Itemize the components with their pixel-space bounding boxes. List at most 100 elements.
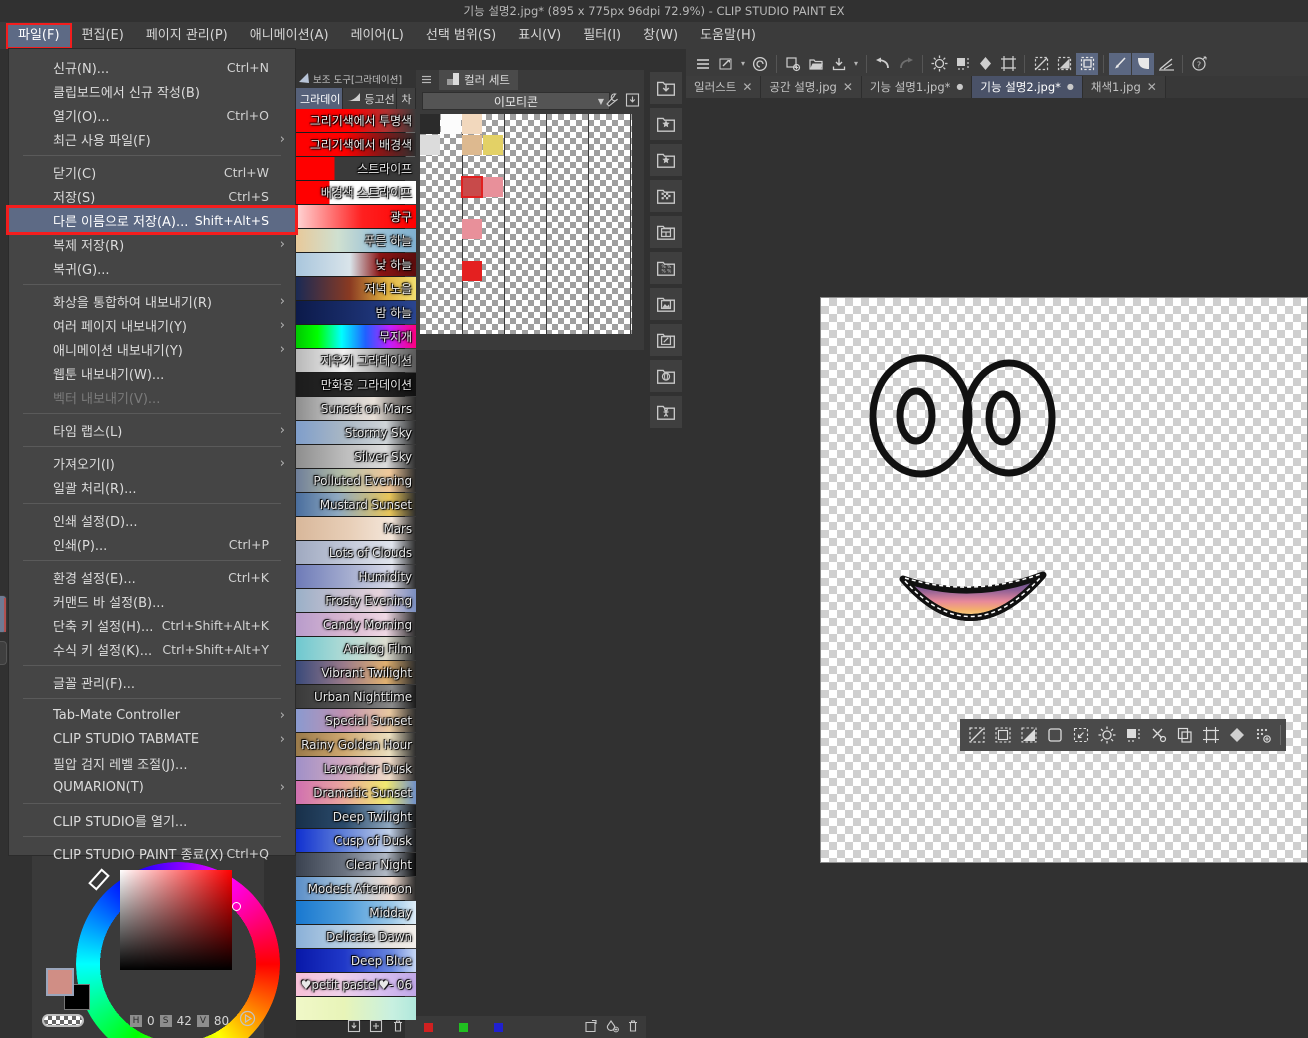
deselect-icon[interactable]: [1030, 53, 1052, 75]
file-menu-item-9[interactable]: 복귀(G)...: [9, 256, 295, 280]
document-tab-3[interactable]: 기능 설명2.jpg* ●: [972, 76, 1083, 98]
file-menu-item-25[interactable]: 환경 설정(E)... Ctrl+K: [9, 565, 295, 589]
chevron-down-icon-2[interactable]: ▾: [851, 53, 861, 75]
gradient-list-item[interactable]: 광구: [296, 205, 416, 229]
trash-icon[interactable]: [626, 1018, 640, 1037]
gradient-list-item[interactable]: Rainy Golden Hour: [296, 733, 416, 757]
gradient-list-item[interactable]: 푸른 하늘: [296, 229, 416, 253]
foreground-color-swatch[interactable]: [46, 968, 74, 996]
gradient-list-item[interactable]: Deep Blue: [296, 949, 416, 973]
folder-3d-icon[interactable]: [650, 360, 682, 392]
folder-pattern-icon[interactable]: [650, 180, 682, 212]
gradient-list-item[interactable]: Silver Sky: [296, 445, 416, 469]
file-menu-item-12[interactable]: 여러 페이지 내보내기(Y) ›: [9, 313, 295, 337]
perspective-snap-icon[interactable]: [1155, 53, 1177, 75]
close-icon[interactable]: ✕: [843, 80, 853, 94]
folder-star-icon[interactable]: [650, 108, 682, 140]
gradient-list-item[interactable]: 그리기색에서 투명색: [296, 109, 416, 133]
deselect-icon[interactable]: [965, 723, 989, 747]
document-tab-2[interactable]: 기능 설명1.jpg* ●: [861, 76, 973, 98]
close-icon[interactable]: ✕: [1147, 80, 1157, 94]
folder-star2-icon[interactable]: [650, 144, 682, 176]
gradient-list-item[interactable]: 낮 하늘: [296, 253, 416, 277]
fill-icon[interactable]: [1121, 723, 1145, 747]
gradient-list-item[interactable]: Clear Night: [296, 853, 416, 877]
menu-4[interactable]: 레이어(L): [340, 24, 415, 48]
gradient-list-item[interactable]: 저녁 노을: [296, 277, 416, 301]
file-menu-item-39[interactable]: CLIP STUDIO PAINT 종료(X) Ctrl+Q: [9, 841, 295, 865]
menu-7[interactable]: 필터(I): [572, 24, 632, 48]
color-swatch[interactable]: [461, 176, 483, 198]
folder-figure-icon[interactable]: [650, 396, 682, 428]
gradient-list-item[interactable]: 스트라이프: [296, 157, 416, 181]
menu-8[interactable]: 창(W): [632, 24, 689, 48]
gradient-list-item[interactable]: Lavender Dusk: [296, 757, 416, 781]
file-menu-dropdown[interactable]: 신규(N)... Ctrl+N 클립보드에서 신규 작성(B) 열기(O)... Ctr…: [8, 48, 296, 863]
gradient-list-item[interactable]: 밤 하늘: [296, 301, 416, 325]
file-menu-item-1[interactable]: 클립보드에서 신규 작성(B): [9, 79, 295, 103]
duplicate-icon[interactable]: [369, 1018, 383, 1037]
color-swatch[interactable]: [483, 135, 503, 155]
folder-edit-icon[interactable]: [650, 324, 682, 356]
document-tab-1[interactable]: 공간 설명.jpg ✕: [761, 76, 862, 98]
shrink-icon[interactable]: [1069, 723, 1093, 747]
ruler-snap-icon[interactable]: [1109, 52, 1131, 75]
gradient-list-item[interactable]: Polluted Evening: [296, 469, 416, 493]
fill-icon[interactable]: [974, 53, 996, 75]
new-page-icon[interactable]: [782, 53, 804, 75]
new-document-icon[interactable]: [715, 53, 737, 75]
file-menu-item-0[interactable]: 신규(N)... Ctrl+N: [9, 55, 295, 79]
file-menu-item-20[interactable]: 일괄 처리(R)...: [9, 475, 295, 499]
gradient-list-item[interactable]: Special Sunset: [296, 709, 416, 733]
folder-pose-icon[interactable]: %%%%: [650, 252, 682, 284]
gradient-list-item[interactable]: Analog Film: [296, 637, 416, 661]
file-menu-item-26[interactable]: 커맨드 바 설정(B)...: [9, 589, 295, 613]
folder-layout-icon[interactable]: [650, 216, 682, 248]
menu-3[interactable]: 애니메이션(A): [239, 24, 340, 48]
chevron-down-icon[interactable]: ▼: [598, 97, 604, 106]
menu-5[interactable]: 선택 범위(S): [415, 24, 507, 48]
gradient-list-item[interactable]: Urban Nighttime: [296, 685, 416, 709]
gradient-list-item[interactable]: 무지개: [296, 325, 416, 349]
color-swatch[interactable]: [462, 261, 482, 281]
save-icon[interactable]: [828, 53, 850, 75]
color-swatch[interactable]: [462, 135, 482, 155]
foreground-background-swatch[interactable]: [46, 968, 90, 1010]
file-menu-item-13[interactable]: 애니메이션 내보내기(Y) ›: [9, 337, 295, 361]
crop-icon[interactable]: [1199, 723, 1223, 747]
gradient-list-item[interactable]: Sunset on Mars: [296, 397, 416, 421]
gradient-list-item[interactable]: Modest Afternoon: [296, 877, 416, 901]
gradient-list-item[interactable]: Vibrant Twilight: [296, 661, 416, 685]
select-bounds-icon[interactable]: [991, 723, 1015, 747]
gradient-list-item[interactable]: Midday: [296, 901, 416, 925]
gradient-list-item[interactable]: Deep Twilight: [296, 805, 416, 829]
file-menu-item-11[interactable]: 화상을 통합하여 내보내기(R) ›: [9, 289, 295, 313]
file-menu-item-6[interactable]: 저장(S) Ctrl+S: [9, 184, 295, 208]
file-menu-item-2[interactable]: 열기(O)... Ctrl+O: [9, 103, 295, 127]
file-menu-item-32[interactable]: Tab-Mate Controller ›: [9, 703, 295, 727]
hue-cursor[interactable]: [88, 868, 110, 891]
gradient-list-item[interactable]: 그리기색에서 배경색: [296, 133, 416, 157]
drop-icon[interactable]: [605, 1018, 619, 1037]
color-swatch[interactable]: [441, 114, 461, 134]
sub-tool-tab-1[interactable]: 등고선: [343, 88, 398, 109]
help-icon[interactable]: ?: [1188, 53, 1210, 75]
open-folder-icon[interactable]: [805, 53, 827, 75]
cut-icon[interactable]: [1147, 723, 1171, 747]
approximate-color-icon[interactable]: [239, 1010, 256, 1031]
tool-next[interactable]: [0, 641, 7, 665]
undo-icon[interactable]: [872, 53, 894, 75]
sub-tool-tab-2[interactable]: 차: [397, 88, 416, 109]
file-menu-item-23[interactable]: 인쇄(P)... Ctrl+P: [9, 532, 295, 556]
clip-studio-icon[interactable]: [749, 53, 771, 75]
file-menu-item-28[interactable]: 수식 키 설정(K)... Ctrl+Shift+Alt+Y: [9, 637, 295, 661]
gradient-list-item[interactable]: Frosty Evening: [296, 589, 416, 613]
add-dots-icon[interactable]: [1251, 723, 1275, 747]
trash-icon[interactable]: [391, 1018, 405, 1037]
clear-selection-icon[interactable]: [928, 53, 950, 75]
fill-selection-icon[interactable]: [951, 53, 973, 75]
saturation-value-box[interactable]: [120, 870, 241, 970]
gradient-list-item[interactable]: Humidity: [296, 565, 416, 589]
panel-menu-icon[interactable]: [420, 71, 433, 90]
gradient-list-item[interactable]: Mustard Sunset: [296, 493, 416, 517]
